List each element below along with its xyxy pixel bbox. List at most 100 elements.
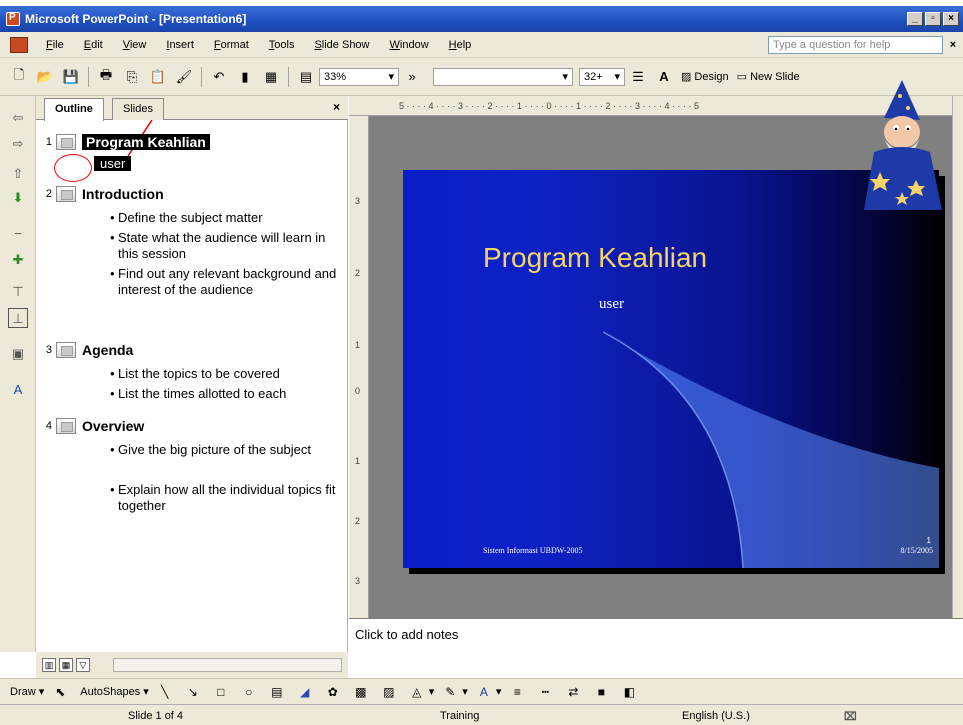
slide-title-placeholder[interactable]: Program Keahlian [483,242,707,274]
menu-file[interactable]: File [36,39,74,51]
line-style-icon[interactable]: ≡ [509,685,529,699]
slide-icon[interactable] [56,186,76,202]
autoshapes-menu-button[interactable]: AutoShapes ▾ [80,685,149,699]
tab-outline[interactable]: Outline [44,98,104,121]
paste-icon[interactable]: 📋 [147,66,169,88]
outline-content[interactable]: 1 Program Keahlian user 2 Introduction D… [36,120,348,652]
demote-icon[interactable]: ⇨ [8,134,28,154]
3d-style-icon[interactable]: ◧ [621,685,641,699]
outline-bullet[interactable]: List the topics to be covered [110,366,340,382]
oval-icon[interactable]: ○ [241,685,261,699]
print-icon[interactable]: 🖶 [95,66,117,88]
outline-bullet[interactable]: Define the subject matter [110,210,340,226]
summary-slide-icon[interactable]: ▣ [8,344,28,364]
menu-format[interactable]: Format [204,39,259,51]
grid-icon[interactable]: ▤ [295,66,317,88]
insert-picture-icon[interactable]: ▨ [381,685,401,699]
text-box-icon[interactable]: ▤ [269,685,289,699]
collapse-icon[interactable]: − [8,224,28,244]
normal-view-icon[interactable]: ▥ [42,658,56,672]
open-icon[interactable]: 📂 [34,66,56,88]
expand-icon[interactable]: ✚ [8,250,28,270]
powerpoint-icon[interactable] [6,12,20,26]
slide-icon[interactable] [56,418,76,434]
font-size-select[interactable]: 32+ ▾ [579,67,625,86]
slide-icon[interactable] [56,134,76,150]
bullets-icon[interactable]: ☰ [627,66,649,88]
fill-color-icon[interactable]: ◬ ▾ [409,685,434,699]
font-color-icon[interactable]: A ▾ [476,685,502,699]
arrow-icon[interactable]: ↘ [185,685,205,699]
slide-title[interactable]: Program Keahlian [82,134,210,150]
slide-title[interactable]: Agenda [82,342,133,358]
wordart-icon[interactable]: ◢ [297,685,317,699]
draw-menu-button[interactable]: Draw ▾ [10,685,44,699]
slide-canvas[interactable]: Program Keahlian user Sistem Informasi U… [403,170,939,568]
spelling-status-icon[interactable]: ⌧ [844,710,857,723]
rectangle-icon[interactable]: □ [213,685,233,699]
format-painter-icon[interactable]: 🖌 [173,66,195,88]
expand-all-icon[interactable]: ⊥ [8,308,28,328]
slide-title[interactable]: Overview [82,418,144,434]
clip-art-icon[interactable]: ▩ [353,685,373,699]
pane-close-icon[interactable]: × [333,100,340,114]
shadow-style-icon[interactable]: ■ [593,685,613,699]
slide-subtitle[interactable]: user [94,156,132,171]
outline-slide-2[interactable]: 2 Introduction [36,186,164,202]
promote-icon[interactable]: ⇦ [8,108,28,128]
diagram-icon[interactable]: ✿ [325,685,345,699]
document-icon[interactable] [10,36,28,53]
outline-bullet[interactable]: List the times allotted to each [110,386,340,402]
line-color-icon[interactable]: ✎ ▾ [442,685,468,699]
slide-show-view-icon[interactable]: ▽ [76,658,90,672]
arrow-style-icon[interactable]: ⇄ [565,685,585,699]
menu-view[interactable]: View [113,39,157,51]
line-icon[interactable]: ╲ [157,685,177,699]
select-objects-icon[interactable]: ⬉ [52,685,72,699]
increase-font-icon[interactable]: A [653,66,675,88]
close-button[interactable]: × [943,12,959,26]
restore-button[interactable]: ▫ [925,12,941,26]
slide-number-footer[interactable]: 1 [927,536,931,545]
slide-date[interactable]: 8/15/2005 [901,546,933,555]
outline-horizontal-scrollbar[interactable] [113,658,342,672]
undo-icon[interactable]: ↶ [208,66,230,88]
slide-title[interactable]: Introduction [82,186,164,202]
slide-vertical-scrollbar[interactable] [952,96,963,618]
minimize-button[interactable]: _ [907,12,923,26]
menu-window[interactable]: Window [380,39,439,51]
notes-pane[interactable]: Click to add notes [349,618,963,678]
doc-close-button[interactable]: × [943,39,963,51]
dash-style-icon[interactable]: ┅ [537,685,557,699]
font-select[interactable]: ▾ [433,67,573,86]
outline-slide-1[interactable]: 1 Program Keahlian [36,134,210,150]
outline-slide-3[interactable]: 3 Agenda [36,342,133,358]
menu-slide-show[interactable]: Slide Show [304,39,379,51]
outline-slide-4[interactable]: 4 Overview [36,418,144,434]
menu-help[interactable]: Help [439,39,482,51]
zoom-select[interactable]: 33% ▾ [319,67,399,86]
menu-tools[interactable]: Tools [259,39,305,51]
tab-slides[interactable]: Slides [112,98,164,120]
notes-placeholder[interactable]: Click to add notes [355,627,458,642]
move-down-icon[interactable]: ⬇ [8,188,28,208]
menu-insert[interactable]: Insert [156,39,204,51]
insert-chart-icon[interactable]: ▮ [234,66,256,88]
new-icon[interactable]: 🗋 [8,66,30,88]
slide-icon[interactable] [56,342,76,358]
vertical-ruler[interactable]: 3210123 [349,116,369,618]
help-search-input[interactable]: Type a question for help [768,35,943,54]
outline-bullet[interactable]: Give the big picture of the subject [110,442,340,458]
collapse-all-icon[interactable]: ⊤ [8,282,28,302]
outline-bullet[interactable]: Find out any relevant background and int… [110,266,340,298]
slide-footer[interactable]: Sistem Informasi UBDW-2005 [483,546,583,555]
office-assistant-wizard-icon[interactable] [844,80,954,210]
menu-edit[interactable]: Edit [74,39,113,51]
new-slide-button[interactable]: ▭ New Slide [737,70,800,84]
move-up-icon[interactable]: ⇧ [8,164,28,184]
save-icon[interactable]: 💾 [60,66,82,88]
outline-bullet[interactable]: Explain how all the individual topics fi… [110,482,340,514]
slide-subtitle-placeholder[interactable]: user [599,296,624,313]
design-button[interactable]: ▨ Design [681,70,729,84]
slide-sorter-view-icon[interactable]: ▦ [59,658,73,672]
